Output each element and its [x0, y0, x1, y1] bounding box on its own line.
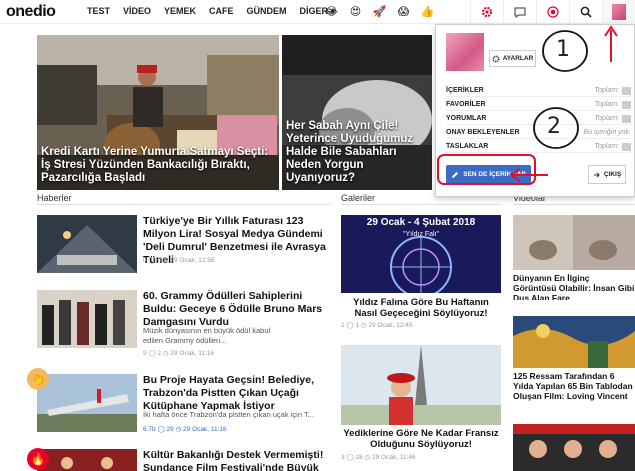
nav-icons [470, 0, 635, 24]
row-count: Toplam: [594, 115, 619, 122]
laughing-emoji-icon[interactable]: 😂 [323, 3, 340, 20]
news-summary: İki hafta önce Trabzon'da pistten çıkan … [143, 410, 314, 419]
profile-button[interactable] [602, 0, 635, 24]
news-summary: Müzik dünyasının en büyük ödül kabul edi… [143, 326, 271, 345]
fire-badge-icon: 🔥 [27, 448, 49, 470]
news-thumbnail [37, 290, 137, 348]
video-item[interactable]: 125 Ressam Tarafından 6 Yılda Yapılan 65… [513, 316, 635, 416]
divider [341, 204, 501, 205]
logout-button[interactable]: ÇIKIŞ [588, 165, 626, 184]
count-value [622, 101, 631, 109]
gallery-image-subtext: "Yıldız Falı" [402, 231, 440, 238]
search-icon [580, 6, 592, 18]
gallery-meta: 1 ◯ 1 ◷ 29 Ocak, 12:45 [341, 322, 413, 329]
row-count: Toplam: [594, 101, 619, 108]
menu-item-taslaklar[interactable]: TASLAKLAR Toplam: [446, 140, 631, 153]
menu-item-yemek[interactable]: YEMEK [164, 6, 196, 17]
gallery-title[interactable]: Yıldız Falına Göre Bu Haftanın Nasıl Geç… [341, 297, 501, 319]
menu-item-favoriler[interactable]: FAVORİLER Toplam: [446, 98, 631, 111]
gear-icon [492, 54, 500, 63]
logo[interactable]: onedio [6, 3, 56, 21]
menu-item-video[interactable]: VİDEO [123, 6, 151, 17]
news-thumbnail [37, 215, 137, 273]
hero-article-2[interactable]: Her Sabah Aynı Çile! Yeterince Uyuduğumu… [282, 35, 432, 190]
video-title[interactable]: 125 Ressam Tarafından 6 Yılda Yapılan 65… [513, 371, 635, 401]
gallery-image-text: 29 Ocak - 4 Şubat 2018 [366, 217, 476, 228]
video-item[interactable]: Dünyanın En İlginç Görüntüsü Olabilir: İ… [513, 215, 635, 300]
hero-title[interactable]: Her Sabah Aynı Çile! Yeterince Uyuduğumu… [286, 120, 428, 185]
clap-badge-icon: 👏 [27, 368, 49, 390]
create-content-label: SEN DE İÇERİK YAP [463, 171, 526, 178]
logout-label: ÇIKIŞ [603, 171, 622, 178]
news-thumbnail [37, 374, 137, 432]
rocket-emoji-icon[interactable]: 🚀 [371, 3, 388, 20]
pencil-icon [452, 171, 459, 178]
divider [37, 204, 331, 205]
news-meta: 9 ◯ 2 ◷ 29 Ocak, 11:16 [143, 350, 215, 357]
news-title[interactable]: Bu Proje Hayata Geçsin! Belediye, Trabzo… [143, 374, 331, 413]
gallery-item[interactable]: 29 Ocak - 4 Şubat 2018 "Yıldız Falı" Yıl… [341, 215, 501, 330]
video-item[interactable] [513, 424, 635, 471]
profile-avatar[interactable] [446, 33, 484, 71]
settings-label: AYARLAR [502, 55, 534, 62]
avatar [612, 4, 626, 20]
settings-button[interactable]: AYARLAR [489, 50, 536, 67]
chat-icon [514, 7, 526, 18]
list-item[interactable]: 60. Grammy Ödülleri Sahiplerini Buldu: G… [37, 290, 331, 362]
row-label: ONAY BEKLEYENLER [446, 129, 520, 136]
menu-item-yorumlar[interactable]: YORUMLAR Toplam: [446, 112, 631, 125]
search-button[interactable] [569, 0, 602, 24]
gear-icon [481, 6, 493, 18]
thumbs-up-emoji-icon[interactable]: 👍 [419, 3, 436, 20]
menu-item-test[interactable]: TEST [87, 6, 110, 17]
video-title[interactable]: Dünyanın En İlginç Görüntüsü Olabilir: İ… [513, 273, 635, 300]
section-title-galeriler[interactable]: Galeriler [341, 193, 375, 203]
target-icon [547, 6, 559, 18]
menu-item-cafe[interactable]: CAFE [209, 6, 234, 17]
divider [513, 204, 635, 205]
heart-eyes-emoji-icon[interactable]: 😍 [347, 3, 364, 20]
hero-title[interactable]: Kredi Kartı Yerine Yumurta Satmayı Seçti… [41, 146, 275, 185]
row-label: TASLAKLAR [446, 143, 489, 150]
video-thumbnail [513, 215, 635, 270]
notifications-button[interactable] [536, 0, 569, 24]
count-value [622, 87, 631, 95]
news-title[interactable]: Kültür Bakanlığı Destek Vermemişti! Sund… [143, 449, 331, 471]
count-value [622, 115, 631, 123]
news-meta: 0 ◯ 0 ◷ 29 Ocak, 12:58 [143, 257, 215, 264]
list-item[interactable]: Kültür Bakanlığı Destek Vermemişti! Sund… [37, 449, 331, 471]
row-label: İÇERİKLER [446, 87, 484, 94]
scream-emoji-icon[interactable]: 😱 [395, 3, 412, 20]
list-item[interactable]: Bu Proje Hayata Geçsin! Belediye, Trabzo… [37, 374, 331, 440]
news-title[interactable]: 60. Grammy Ödülleri Sahiplerini Buldu: G… [143, 290, 331, 329]
menu-item-icerikler[interactable]: İÇERİKLER Toplam: [446, 84, 631, 97]
create-content-button[interactable]: SEN DE İÇERİK YAP [446, 165, 531, 184]
gallery-item[interactable]: Yediklerine Göre Ne Kadar Fransız Olduğu… [341, 345, 501, 471]
reaction-emojis: 😂 😍 🚀 😱 👍 [323, 3, 436, 20]
profile-dropdown: AYARLAR İÇERİKLER Toplam: FAVORİLER Toplam… [435, 24, 635, 197]
row-label: FAVORİLER [446, 101, 486, 108]
video-thumbnail [513, 424, 635, 471]
gallery-image-paris [341, 345, 501, 425]
row-count: Toplam: [594, 87, 619, 94]
main-menu: TEST VİDEO YEMEK CAFE GÜNDEM DİGER ▾ [87, 6, 335, 17]
menu-item-onay-bekleyenler[interactable]: ONAY BEKLEYENLER Bu içeriğin yok. [446, 126, 631, 139]
video-thumbnail [513, 316, 635, 368]
news-meta: 6.7b ◯ 29 ◷ 29 Ocak, 11:16 [143, 426, 227, 433]
settings-button[interactable] [470, 0, 503, 24]
news-thumbnail [37, 449, 137, 471]
row-count: Toplam: [594, 143, 619, 150]
menu-item-gundem[interactable]: GÜNDEM [247, 6, 287, 17]
logout-icon [593, 172, 600, 177]
top-navbar: onedio TEST VİDEO YEMEK CAFE GÜNDEM DİGE… [0, 0, 635, 24]
hero-article-1[interactable]: Kredi Kartı Yerine Yumurta Satmayı Seçti… [37, 35, 279, 190]
list-item[interactable]: Türkiye'ye Bir Yıllık Faturası 123 Milyo… [37, 215, 331, 285]
messages-button[interactable] [503, 0, 536, 24]
count-value [622, 143, 631, 151]
gallery-meta: 3 ◯ 28 ◷ 29 Ocak, 11:46 [341, 454, 416, 461]
section-title-haberler[interactable]: Haberler [37, 193, 72, 203]
row-label: YORUMLAR [446, 115, 487, 122]
row-count: Bu içeriğin yok. [583, 129, 631, 136]
gallery-title[interactable]: Yediklerine Göre Ne Kadar Fransız Olduğu… [341, 428, 501, 450]
